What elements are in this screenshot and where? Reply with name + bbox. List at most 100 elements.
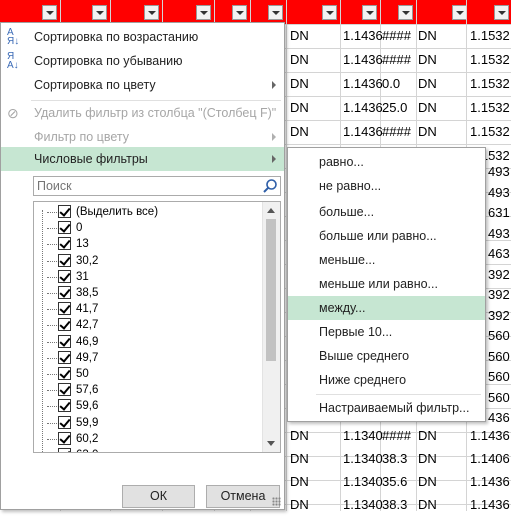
table-cell[interactable]: DN [290,494,309,516]
table-cell[interactable]: 1.1436 [343,121,383,143]
table-cell[interactable]: 463 [488,243,510,265]
table-cell[interactable]: 25.0 [382,97,407,119]
checkbox[interactable] [58,334,71,348]
table-cell[interactable]: 392 [488,305,510,327]
filter-dropdown-button[interactable] [452,5,467,20]
checkbox[interactable] [58,399,71,413]
table-cell[interactable]: DN [290,471,309,493]
table-cell[interactable]: 1.1436 [343,73,383,95]
submenu-item[interactable]: больше... [288,200,485,224]
table-cell[interactable]: 0.0 [382,73,400,95]
table-cell[interactable]: 1.1436 [343,97,383,119]
table-cell[interactable]: 1.1436 [343,25,383,47]
checkbox[interactable] [58,318,71,332]
table-cell[interactable]: 1.1532 [470,25,510,47]
filter-dropdown-button[interactable] [42,5,57,20]
table-cell[interactable]: #### [382,121,411,143]
search-icon[interactable] [262,178,278,194]
table-cell[interactable]: DN [418,494,437,516]
table-cell[interactable]: 1.1532 [470,97,510,119]
table-cell[interactable]: 1.1532 [470,49,510,71]
table-cell[interactable]: DN [418,25,437,47]
table-cell[interactable]: DN [290,73,309,95]
table-cell[interactable]: 38.3 [382,448,407,470]
submenu-item[interactable]: Выше среднего [288,344,485,368]
checkbox[interactable] [58,253,71,267]
table-cell[interactable]: DN [418,97,437,119]
submenu-item[interactable]: Ниже среднего [288,368,485,392]
table-cell[interactable]: 1.1340 [343,471,383,493]
table-cell[interactable]: 560 [488,346,510,368]
table-cell[interactable]: #### [382,425,411,447]
submenu-item[interactable]: Настраиваемый фильтр... [288,396,485,420]
submenu-item[interactable]: между... [288,296,485,320]
search-box[interactable] [33,176,281,196]
filter-dropdown-button[interactable] [398,5,413,20]
submenu-item[interactable]: Первые 10... [288,320,485,344]
filter-dropdown-button[interactable] [196,5,211,20]
filter-dropdown-button[interactable] [92,5,107,20]
checkbox[interactable] [58,237,71,251]
table-cell[interactable]: 1.1340 [343,448,383,470]
table-cell[interactable]: DN [418,448,437,470]
table-cell[interactable]: DN [418,73,437,95]
table-cell[interactable]: 1.1436 [470,471,510,493]
filter-dropdown-button[interactable] [494,5,509,20]
sort-descending-item[interactable]: Я А↓ Сортировка по убыванию [1,49,284,73]
table-cell[interactable]: 392 [488,284,510,306]
scroll-down-arrow-icon[interactable] [267,441,275,446]
table-cell[interactable]: 560 [488,325,510,347]
checkbox[interactable] [58,415,71,429]
sort-ascending-item[interactable]: А Я↓ Сортировка по возрастанию [1,25,284,49]
submenu-item[interactable]: больше или равно... [288,224,485,248]
scroll-thumb[interactable] [266,219,276,361]
table-cell[interactable]: 1.1436 [343,49,383,71]
table-cell[interactable]: #### [382,25,411,47]
table-cell[interactable]: DN [418,425,437,447]
table-cell[interactable]: 560 [488,366,510,388]
checkbox[interactable] [58,448,71,452]
number-filters-item[interactable]: Числовые фильтры [1,147,284,171]
ok-button[interactable]: ОК [122,485,195,508]
table-cell[interactable]: 1.1532 [470,73,510,95]
search-input[interactable] [34,177,257,195]
table-cell[interactable]: 493 [488,161,510,183]
table-cell[interactable]: #### [382,49,411,71]
table-cell[interactable]: 631 [488,202,510,224]
table-cell[interactable]: DN [290,121,309,143]
table-cell[interactable]: 493 [488,182,510,204]
filter-dropdown-button[interactable] [322,5,337,20]
clear-filter-item[interactable]: ⊘ Удалить фильтр из столбца "(Столбец F)… [1,101,284,125]
submenu-item[interactable]: меньше или равно... [288,272,485,296]
table-cell[interactable]: DN [290,97,309,119]
table-cell[interactable]: DN [418,121,437,143]
table-cell[interactable]: 35.6 [382,471,407,493]
checkbox[interactable] [58,302,71,316]
checkbox[interactable] [58,367,71,380]
list-scrollbar[interactable] [262,202,280,452]
filter-dropdown-button[interactable] [144,5,159,20]
checkbox[interactable] [58,350,71,364]
table-cell[interactable]: 1.1532 [470,121,510,143]
resize-grip-icon[interactable] [272,497,281,506]
table-cell[interactable]: DN [290,49,309,71]
scroll-up-arrow-icon[interactable] [267,208,275,213]
checkbox[interactable] [58,205,71,218]
filter-by-color-item[interactable]: Фильтр по цвету [1,125,284,149]
checkbox[interactable] [58,269,71,283]
checkbox[interactable] [58,221,71,235]
table-cell[interactable]: 38.3 [382,494,407,516]
table-cell[interactable]: 392 [488,264,510,286]
sort-by-color-item[interactable]: Сортировка по цвету [1,73,284,97]
submenu-item[interactable]: равно... [288,150,485,174]
table-cell[interactable]: 1.1340 [343,425,383,447]
submenu-item[interactable]: меньше... [288,248,485,272]
table-cell[interactable]: DN [418,471,437,493]
table-cell[interactable]: 493 [488,223,510,245]
checkbox[interactable] [58,383,71,397]
submenu-item[interactable]: не равно... [288,174,485,198]
table-cell[interactable]: DN [290,448,309,470]
table-cell[interactable]: 560 [488,387,510,409]
table-cell[interactable]: DN [290,425,309,447]
table-cell[interactable]: DN [418,49,437,71]
